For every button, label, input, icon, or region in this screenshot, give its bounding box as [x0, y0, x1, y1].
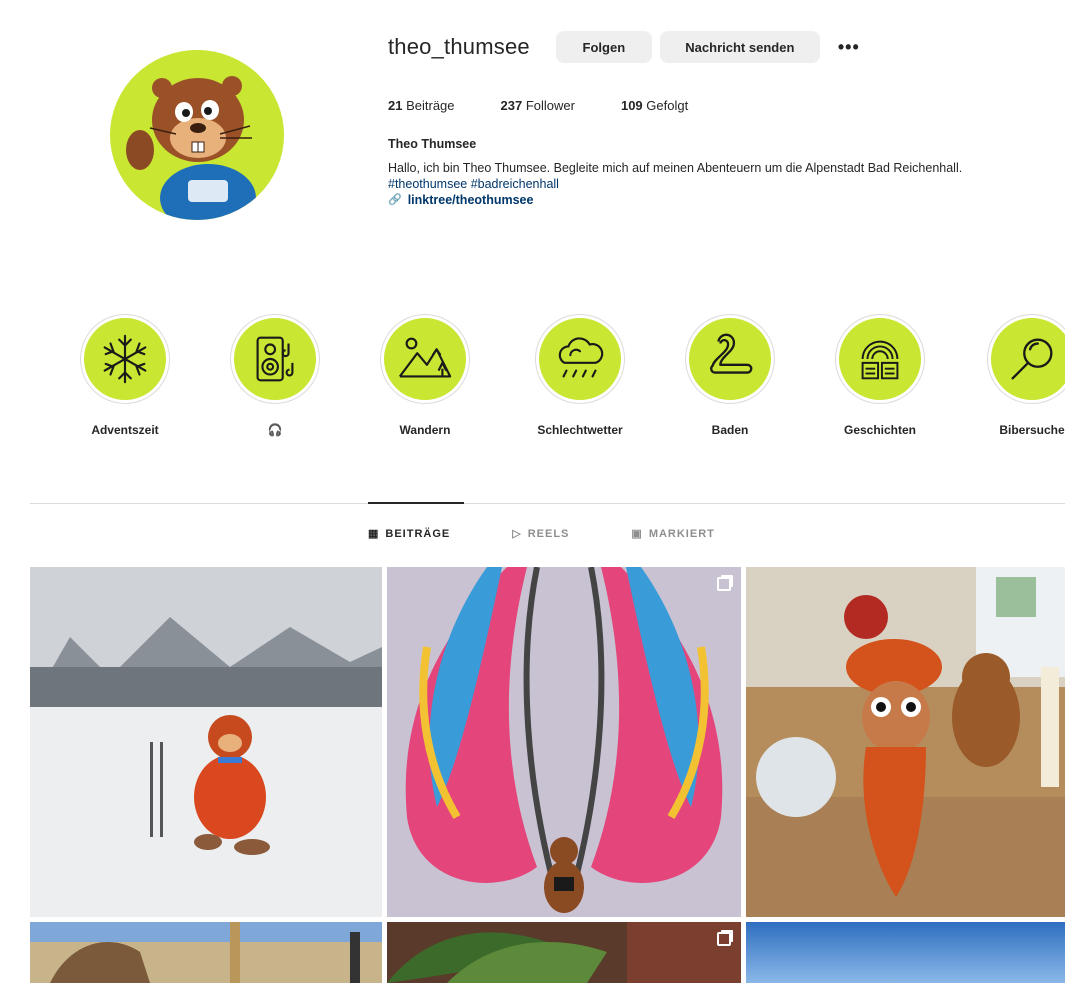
bio-link[interactable]: 🔗 linktree/theothumsee	[388, 192, 1048, 208]
bio-link-text: linktree/theothumsee	[407, 193, 534, 207]
highlight-geschichten[interactable]: Geschichten	[810, 315, 950, 437]
highlight-label: Adventszeit	[91, 423, 159, 437]
beaver-mascot-icon	[112, 50, 282, 220]
profile-username: theo_thumsee	[388, 34, 530, 59]
following-count[interactable]: 109 Gefolgt	[621, 98, 688, 113]
followers-count[interactable]: 237 Follower	[501, 98, 575, 113]
story-highlights: Adventszeit 🎧 Wandern Schlechtwetter Bad…	[0, 315, 1065, 445]
post-thumbnail[interactable]	[30, 567, 382, 917]
profile-avatar[interactable]	[110, 50, 284, 220]
book-rainbow-icon	[861, 340, 899, 380]
profile-full-name: Theo Thumsee	[388, 137, 477, 151]
highlight-label: Wandern	[399, 423, 451, 437]
mountains-icon	[399, 337, 452, 378]
speaker-music-icon	[256, 336, 294, 382]
highlight-label: Schlechtwetter	[537, 423, 623, 437]
post-thumbnail[interactable]	[30, 922, 382, 983]
reels-icon: ▷	[512, 528, 522, 540]
highlight-label: Bibersuche	[999, 423, 1065, 437]
multiple-images-icon	[717, 577, 731, 591]
follow-button[interactable]: Folgen	[555, 31, 652, 63]
profile-stats: 21 Beiträge 237 Follower 109 Gefolgt	[388, 98, 1058, 113]
tabs-divider	[30, 503, 1065, 504]
highlight-bibersuche[interactable]: Bibersuche	[962, 315, 1065, 437]
post-thumbnail[interactable]	[746, 567, 1065, 917]
post-thumbnail[interactable]	[387, 922, 741, 983]
post-image	[387, 922, 741, 983]
highlight-music[interactable]: 🎧	[205, 315, 345, 437]
profile-info: theo_thumsee Folgen Nachricht senden •••…	[388, 28, 1058, 208]
tab-tagged[interactable]: ▣ MARKIERT	[631, 527, 714, 541]
magnifier-icon	[1011, 338, 1053, 380]
snowflake-icon	[103, 334, 147, 384]
highlight-adventszeit[interactable]: Adventszeit	[55, 315, 195, 437]
post-thumbnail[interactable]	[387, 567, 741, 917]
profile-tabs: ▦ BEITRÄGE ▷ REELS ▣ MARKIERT	[368, 527, 777, 541]
highlight-label: Geschichten	[843, 423, 917, 437]
post-thumbnail[interactable]	[746, 922, 1065, 983]
post-image	[30, 922, 382, 983]
post-image	[30, 567, 382, 917]
send-message-button[interactable]: Nachricht senden	[659, 31, 820, 63]
tab-reels[interactable]: ▷ REELS	[512, 527, 569, 541]
rain-cloud-icon	[558, 337, 604, 378]
highlight-wandern[interactable]: Wandern	[355, 315, 495, 437]
highlight-baden[interactable]: Baden	[660, 315, 800, 437]
post-image	[746, 922, 1065, 983]
active-tab-indicator	[368, 502, 464, 504]
post-image	[387, 567, 741, 917]
swan-icon	[710, 333, 753, 374]
highlight-label: 🎧	[267, 423, 283, 437]
tagged-icon: ▣	[631, 528, 643, 540]
bio-text: Hallo, ich bin Theo Thumsee. Begleite mi…	[388, 161, 963, 175]
highlight-schlechtwetter[interactable]: Schlechtwetter	[510, 315, 650, 437]
multiple-images-icon	[717, 932, 731, 946]
highlight-label: Baden	[711, 423, 749, 437]
more-options-icon[interactable]: •••	[838, 37, 860, 58]
profile-bio: Theo Thumsee Hallo, ich bin Theo Thumsee…	[388, 136, 1048, 208]
post-image	[746, 567, 1065, 917]
profile-top-row: theo_thumsee Folgen Nachricht senden •••	[388, 28, 1058, 66]
bio-hashtags[interactable]: #theothumsee #badreichenhall	[388, 176, 1048, 192]
tab-posts[interactable]: ▦ BEITRÄGE	[368, 527, 450, 541]
posts-count: 21 Beiträge	[388, 98, 455, 113]
link-icon: 🔗	[388, 194, 402, 206]
grid-icon: ▦	[368, 528, 380, 540]
